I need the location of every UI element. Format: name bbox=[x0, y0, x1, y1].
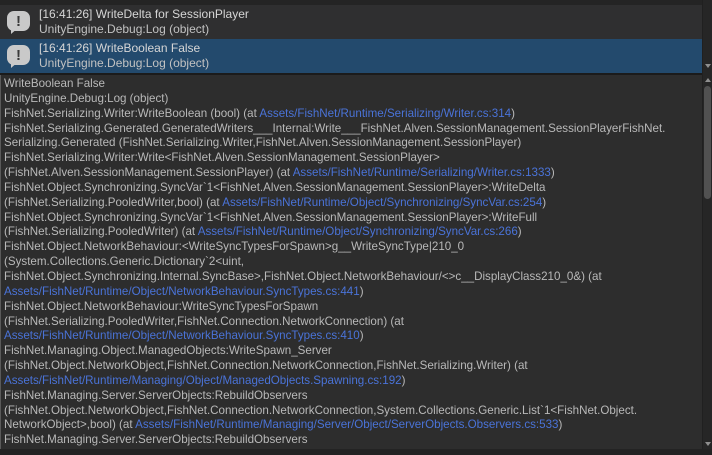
source-file-link[interactable]: Assets/FishNet/Runtime/Serializing/Write… bbox=[259, 107, 511, 120]
stacktrace-line: FishNet.Serializing.Writer:WriteBoolean … bbox=[4, 107, 702, 122]
stacktrace-line: (FishNet.Serializing.PooledWriter,bool) … bbox=[4, 196, 702, 211]
stacktrace-line: Assets/FishNet/Runtime/Object/NetworkBeh… bbox=[4, 285, 702, 300]
console-log-list: ! [16:41:26] WriteDelta for SessionPlayer… bbox=[0, 0, 702, 73]
stacktrace-text: ) bbox=[550, 166, 555, 180]
source-file-link[interactable]: Assets/FishNet/Runtime/Object/Synchroniz… bbox=[198, 225, 518, 238]
detail-scroll-down-icon[interactable] bbox=[705, 442, 711, 446]
stacktrace-text: ) bbox=[511, 106, 515, 120]
scrollbar-thumb[interactable] bbox=[704, 86, 711, 199]
stacktrace-text: (FishNet.Serializing.PooledWriter,bool) … bbox=[4, 195, 223, 209]
stacktrace-line: Assets/FishNet/Runtime/Managing/Object/M… bbox=[4, 374, 702, 389]
stacktrace-line: FishNet.Serializing.Writer:Write<FishNet… bbox=[4, 151, 702, 166]
log-entry-row[interactable]: ! [16:41:26] WriteBoolean False UnityEngin… bbox=[0, 39, 702, 73]
stacktrace-text: ) bbox=[359, 284, 364, 298]
stacktrace-line: FishNet.Object.Synchronizing.Internal.Sy… bbox=[4, 270, 702, 285]
stacktrace-line: FishNet.Managing.Object.ManagedObjects:W… bbox=[4, 344, 702, 359]
source-file-link[interactable]: Assets/FishNet/Runtime/Object/Synchroniz… bbox=[222, 196, 542, 209]
log-message-icon: ! bbox=[7, 10, 31, 34]
stacktrace-line: (FishNet.Alven.SessionManagement.Session… bbox=[4, 166, 702, 181]
source-file-link[interactable]: Assets/FishNet/Runtime/Object/NetworkBeh… bbox=[4, 285, 360, 298]
stacktrace-text: (System.Collections.Generic.Dictionary`2… bbox=[4, 255, 245, 269]
stacktrace-line: Assets/FishNet/Runtime/Object/NetworkBeh… bbox=[4, 329, 702, 344]
source-file-link[interactable]: Assets/FishNet/Runtime/Object/NetworkBeh… bbox=[4, 329, 360, 342]
stacktrace-line: FishNet.Object.NetworkBehaviour:WriteSyn… bbox=[4, 300, 702, 315]
vertical-scrollbar[interactable] bbox=[702, 0, 712, 449]
stacktrace-text: WriteBoolean False bbox=[4, 77, 105, 90]
log-message-icon: ! bbox=[7, 44, 31, 68]
stacktrace-text: UnityEngine.Debug:Log (object) bbox=[4, 91, 169, 105]
stacktrace-text: (FishNet.Serializing.PooledWriter) (at bbox=[4, 225, 198, 239]
stacktrace-line: UnityEngine.Debug:Log (object) bbox=[4, 92, 702, 107]
source-file-link[interactable]: Assets/FishNet/Runtime/Serializing/Write… bbox=[293, 166, 551, 179]
stacktrace-line: NetworkObject>,bool) (at Assets/FishNet/… bbox=[4, 418, 702, 433]
log-entry-text: [16:41:26] WriteDelta for SessionPlayer U… bbox=[39, 7, 249, 37]
stacktrace-line: FishNet.Object.Synchronizing.SyncVar`1<F… bbox=[4, 211, 702, 226]
bottom-edge-strip bbox=[0, 449, 712, 455]
log-entry-source: UnityEngine.Debug:Log (object) bbox=[39, 56, 210, 70]
log-entry-message: [16:41:26] WriteDelta for SessionPlayer bbox=[39, 7, 249, 21]
stacktrace-line: (System.Collections.Generic.Dictionary`2… bbox=[4, 255, 702, 270]
stacktrace-line: (FishNet.Serializing.PooledWriter) (at A… bbox=[4, 225, 702, 240]
stacktrace-line: (FishNet.Serializing.PooledWriter,FishNe… bbox=[4, 315, 702, 330]
stacktrace-text: ) bbox=[401, 373, 406, 387]
stacktrace-line: FishNet.Managing.Server.ServerObjects:Re… bbox=[4, 389, 702, 404]
log-entry-source: UnityEngine.Debug:Log (object) bbox=[39, 22, 210, 36]
stacktrace-text: FishNet.Serializing.Writer:WriteBoolean … bbox=[4, 106, 260, 120]
stacktrace-text: (FishNet.Object.NetworkObject,FishNet.Co… bbox=[4, 359, 528, 373]
stacktrace-text: FishNet.Managing.Server.ServerObjects:Re… bbox=[4, 388, 308, 402]
stacktrace-text: ) bbox=[359, 329, 364, 343]
stacktrace-text: FishNet.Object.Synchronizing.Internal.Sy… bbox=[4, 269, 602, 283]
stacktrace-text: NetworkObject>,bool) (at bbox=[4, 418, 136, 432]
stacktrace-text: FishNet.Managing.Server.ServerObjects:Re… bbox=[4, 433, 308, 447]
log-entry-text: [16:41:26] WriteBoolean False UnityEngine… bbox=[39, 41, 209, 71]
stacktrace-text: FishNet.Managing.Object.ManagedObjects:W… bbox=[4, 344, 332, 358]
stacktrace-line: (FishNet.Object.NetworkObject,FishNet.Co… bbox=[4, 359, 702, 374]
stacktrace-line: Serializing.Generated (FishNet.Serializi… bbox=[4, 136, 702, 151]
stacktrace-text: FishNet.Serializing.Generated.GeneratedW… bbox=[4, 121, 666, 135]
stacktrace-text: FishNet.Serializing.Writer:Write<FishNet… bbox=[4, 151, 440, 165]
stacktrace-text: FishNet.Object.NetworkBehaviour:<WriteSy… bbox=[4, 240, 465, 254]
stacktrace-line: (FishNet.Object.NetworkObject,FishNet.Co… bbox=[4, 404, 702, 419]
source-file-link[interactable]: Assets/FishNet/Runtime/Managing/Server/O… bbox=[135, 418, 558, 431]
stacktrace-text: FishNet.Object.Synchronizing.SyncVar`1<F… bbox=[4, 180, 546, 194]
log-entry-row[interactable]: ! [16:41:26] WriteDelta for SessionPlayer… bbox=[0, 5, 702, 39]
stacktrace-line: WriteBoolean False bbox=[4, 77, 702, 92]
stacktrace-text: (FishNet.Serializing.PooledWriter,FishNe… bbox=[4, 314, 404, 328]
source-file-link[interactable]: Assets/FishNet/Runtime/Managing/Object/M… bbox=[4, 374, 402, 387]
stacktrace-text: ) bbox=[517, 225, 522, 239]
list-scroll-down-icon[interactable] bbox=[705, 64, 711, 68]
stacktrace-line: FishNet.Object.Synchronizing.SyncVar`1<F… bbox=[4, 181, 702, 196]
stacktrace-text: ) bbox=[542, 195, 547, 209]
stacktrace-text: Serializing.Generated (FishNet.Serializi… bbox=[4, 136, 522, 150]
stacktrace-line: FishNet.Managing.Server.ServerObjects:Re… bbox=[4, 433, 702, 448]
stacktrace-text: FishNet.Object.Synchronizing.SyncVar`1<F… bbox=[4, 210, 538, 224]
stacktrace-text: ) bbox=[558, 418, 563, 432]
stacktrace-line: FishNet.Object.NetworkBehaviour:<WriteSy… bbox=[4, 240, 702, 255]
stacktrace-text: FishNet.Object.NetworkBehaviour:WriteSyn… bbox=[4, 299, 319, 313]
stacktrace-line: FishNet.Serializing.Generated.GeneratedW… bbox=[4, 122, 702, 137]
detail-scroll-up-icon[interactable] bbox=[705, 78, 711, 82]
log-detail-stacktrace-pane: WriteBoolean False UnityEngine.Debug:Log … bbox=[0, 75, 702, 449]
unity-console-window: ! [16:41:26] WriteDelta for SessionPlayer… bbox=[0, 0, 712, 455]
stacktrace-text: (FishNet.Object.NetworkObject,FishNet.Co… bbox=[4, 403, 638, 417]
stacktrace-text: (FishNet.Alven.SessionManagement.Session… bbox=[4, 166, 293, 180]
log-entry-message: [16:41:26] WriteBoolean False bbox=[39, 41, 201, 55]
